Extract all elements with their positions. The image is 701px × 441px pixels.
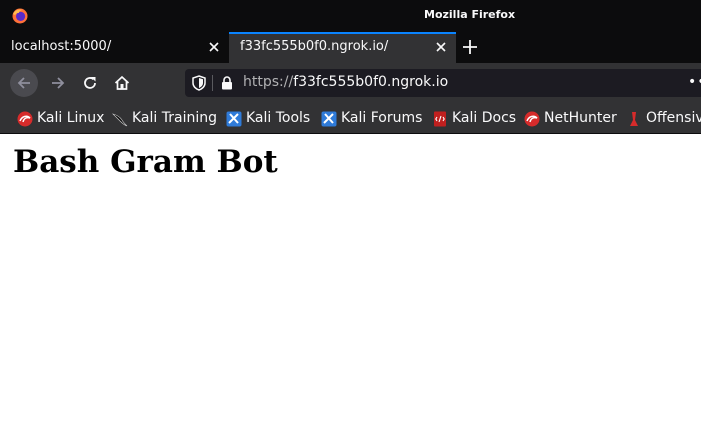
new-tab-icon[interactable] <box>461 38 479 56</box>
reload-icon <box>84 77 96 89</box>
url-bar[interactable]: https://f33fc555b0f0.ngrok.io •• <box>185 69 701 97</box>
page-actions-menu[interactable]: •• <box>688 74 701 90</box>
bookmark-label: Kali Tools <box>246 110 311 126</box>
navigation-toolbar: https://f33fc555b0f0.ngrok.io •• <box>0 63 701 103</box>
bookmark-label: Offensive <box>646 110 701 126</box>
nethunter-icon <box>524 111 540 127</box>
url-host: f33fc555b0f0.ngrok.io <box>293 74 449 90</box>
lock-icon[interactable] <box>221 76 233 90</box>
close-icon[interactable] <box>207 40 221 54</box>
kali-tools-icon <box>226 111 242 127</box>
tab-label: localhost:5000/ <box>11 39 112 54</box>
page-heading: Bash Gram Bot <box>13 144 278 180</box>
url-scheme: https:// <box>243 74 294 90</box>
page-content: Bash Gram Bot <box>0 134 701 441</box>
kali-linux-icon <box>17 111 33 127</box>
tracking-protection-shield-icon[interactable] <box>192 75 206 91</box>
kali-docs-icon <box>434 111 446 127</box>
arrow-right-icon <box>52 77 65 89</box>
url-bar-separator <box>212 75 213 91</box>
tab-label: f33fc555b0f0.ngrok.io/ <box>240 39 389 54</box>
tab-localhost[interactable]: localhost:5000/ <box>0 32 229 63</box>
offensive-security-icon <box>630 112 638 126</box>
tab-ngrok[interactable]: f33fc555b0f0.ngrok.io/ <box>229 32 456 63</box>
window-title: Mozilla Firefox <box>424 8 516 21</box>
kali-forums-icon <box>321 111 337 127</box>
bookmark-label: Kali Docs <box>452 110 517 126</box>
home-icon <box>114 75 130 90</box>
bookmarks-toolbar: Kali Linux Kali Training Kali Tools Kali… <box>0 103 701 134</box>
back-button[interactable] <box>10 69 38 97</box>
bookmark-label: Kali Training <box>132 110 217 126</box>
home-button[interactable] <box>108 69 136 97</box>
kali-training-icon <box>112 113 128 127</box>
tab-strip: localhost:5000/ f33fc555b0f0.ngrok.io/ <box>0 32 701 63</box>
url-text[interactable]: https://f33fc555b0f0.ngrok.io <box>243 74 448 90</box>
bookmark-label: Kali Linux <box>37 110 105 126</box>
arrow-left-icon <box>17 77 30 89</box>
reload-button[interactable] <box>76 69 104 97</box>
firefox-window: Mozilla Firefox localhost:5000/ f33fc555… <box>0 0 701 441</box>
forward-button[interactable] <box>44 69 72 97</box>
title-bar: Mozilla Firefox <box>0 0 701 32</box>
close-icon[interactable] <box>434 40 448 54</box>
bookmark-label: NetHunter <box>544 110 617 126</box>
bookmark-label: Kali Forums <box>341 110 423 126</box>
